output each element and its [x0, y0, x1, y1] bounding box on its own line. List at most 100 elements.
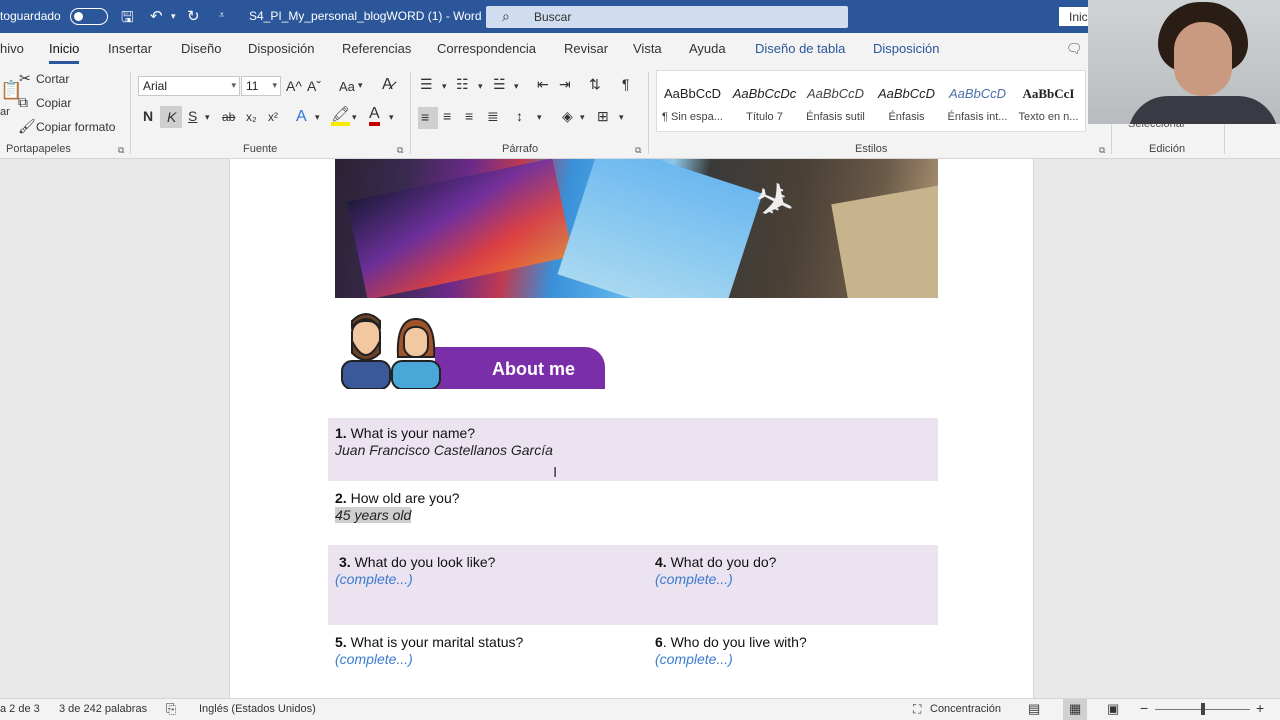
focus-icon[interactable]: ⛶ [913, 702, 921, 717]
chevron-down-icon[interactable]: ▾ [619, 112, 624, 123]
read-mode-icon[interactable]: ▤ [1028, 701, 1040, 717]
tab-disposicion[interactable]: Disposición [248, 41, 314, 56]
tab-revisar[interactable]: Revisar [564, 41, 608, 56]
pilcrow-icon[interactable]: ¶ [622, 76, 630, 92]
redo-icon[interactable]: ↻ [187, 7, 200, 25]
line-spacing-icon[interactable]: ↕ [516, 108, 523, 124]
save-icon[interactable]: 🖫 [121, 7, 134, 32]
tab-disposicion-tabla[interactable]: Disposición [873, 41, 939, 56]
undo-dropdown-icon[interactable]: ▾ [171, 11, 176, 22]
sort-icon[interactable]: ⇅ [589, 76, 601, 93]
tab-insertar[interactable]: Insertar [108, 41, 152, 56]
copy-icon[interactable]: ⧉ [18, 94, 28, 111]
document-page[interactable]: ✈ About me 1. What is your name? Juan Fr… [229, 159, 1034, 698]
cut-icon[interactable]: ✂ [19, 70, 31, 87]
multilevel-list-icon[interactable]: ☱ [493, 76, 506, 93]
style-enfasis[interactable]: AaBbCcD Énfasis [871, 71, 942, 131]
tab-inicio[interactable]: Inicio [49, 41, 80, 64]
styles-launcher-icon[interactable]: ⧉ [1099, 145, 1105, 156]
zoom-out-icon[interactable]: − [1140, 700, 1148, 716]
font-size-select[interactable]: 11 ▾ [241, 76, 281, 96]
language-indicator[interactable]: Inglés (Estados Unidos) [199, 703, 316, 715]
superscript-button[interactable]: x² [268, 110, 278, 124]
numbering-icon[interactable]: ☷ [456, 76, 469, 93]
focus-mode-button[interactable]: Concentración [930, 703, 1001, 715]
answer-3[interactable]: (complete...) [335, 571, 413, 587]
shrink-font-button[interactable]: Aˇ [307, 78, 321, 94]
word-count[interactable]: 3 de 242 palabras [59, 703, 147, 715]
bold-button[interactable]: N [143, 108, 153, 124]
font-name-select[interactable]: Arial ▾ [138, 76, 240, 96]
subscript-button[interactable]: x₂ [246, 110, 257, 124]
customize-toolbar-icon[interactable]: ⩡ [219, 10, 225, 21]
style-name: Énfasis [888, 111, 925, 123]
chevron-down-icon[interactable]: ▾ [580, 112, 585, 123]
tab-vista[interactable]: Vista [633, 41, 662, 56]
highlight-icon[interactable]: 🖍 [331, 107, 351, 126]
chevron-down-icon[interactable]: ▾ [352, 112, 357, 123]
shading-icon[interactable]: ◈ [562, 108, 573, 125]
font-launcher-icon[interactable]: ⧉ [397, 145, 403, 156]
woman-avatar-icon [391, 317, 441, 389]
bullets-icon[interactable]: ☰ [420, 76, 433, 93]
chevron-down-icon[interactable]: ▾ [389, 112, 394, 123]
strikethrough-button[interactable]: ab [222, 110, 235, 124]
chevron-down-icon[interactable]: ▾ [358, 80, 363, 91]
style-sin-espaciado[interactable]: AaBbCcD ¶ Sin espa... [657, 71, 728, 131]
change-case-button[interactable]: Aa [339, 79, 355, 94]
align-center-icon[interactable]: ≡ [443, 108, 451, 124]
question-5: 5. What is your marital status? [335, 634, 523, 650]
format-painter-button[interactable]: Copiar formato [36, 120, 115, 134]
paragraph-launcher-icon[interactable]: ⧉ [635, 145, 641, 156]
cut-button[interactable]: Cortar [36, 72, 69, 86]
proofing-icon[interactable]: ⎘ [166, 701, 176, 717]
search-box[interactable]: ⌕ Buscar [486, 6, 848, 28]
chevron-down-icon[interactable]: ▾ [205, 112, 210, 123]
align-left-icon[interactable]: ≡ [418, 107, 438, 129]
answer-1[interactable]: Juan Francisco Castellanos García [335, 442, 553, 458]
tab-diseno[interactable]: Diseño [181, 41, 221, 56]
underline-button[interactable]: S [188, 108, 197, 124]
style-texto-negrita[interactable]: AaBbCcI Texto en n... [1013, 71, 1084, 131]
chevron-down-icon[interactable]: ▾ [315, 112, 320, 123]
zoom-slider-handle[interactable] [1201, 703, 1205, 715]
style-titulo-7[interactable]: AaBbCcDc Título 7 [729, 71, 800, 131]
chevron-down-icon[interactable]: ▾ [514, 81, 519, 92]
comments-icon[interactable]: 🗨 [1066, 41, 1083, 57]
zoom-in-icon[interactable]: + [1256, 700, 1264, 716]
chevron-down-icon[interactable]: ▾ [537, 112, 542, 123]
autosave-toggle[interactable] [70, 8, 108, 25]
italic-button[interactable]: K [160, 106, 182, 128]
clipboard-launcher-icon[interactable]: ⧉ [118, 145, 124, 156]
answer-4[interactable]: (complete...) [655, 571, 733, 587]
chevron-down-icon[interactable]: ▾ [478, 81, 483, 92]
chevron-down-icon[interactable]: ▾ [442, 81, 447, 92]
tab-referencias[interactable]: Referencias [342, 41, 411, 56]
answer-6[interactable]: (complete...) [655, 651, 733, 667]
tab-diseno-tabla[interactable]: Diseño de tabla [755, 41, 845, 56]
increase-indent-icon[interactable]: ⇥ [559, 76, 571, 93]
tab-correspondencia[interactable]: Correspondencia [437, 41, 536, 56]
font-color-icon[interactable]: A [369, 106, 380, 126]
tab-archivo[interactable]: hivo [0, 41, 24, 56]
text-effects-icon[interactable]: A [296, 108, 307, 126]
copy-button[interactable]: Copiar [36, 96, 71, 110]
paste-label[interactable]: ar [0, 106, 10, 118]
style-enfasis-sutil[interactable]: AaBbCcD Énfasis sutil [800, 71, 871, 131]
style-enfasis-intenso[interactable]: AaBbCcD Énfasis int... [942, 71, 1013, 131]
justify-icon[interactable]: ≣ [487, 108, 499, 125]
decrease-indent-icon[interactable]: ⇤ [537, 76, 549, 93]
answer-2-selected[interactable]: 45 years old [335, 507, 412, 523]
statue-liberty-photo [557, 159, 763, 298]
tab-ayuda[interactable]: Ayuda [689, 41, 726, 56]
print-layout-icon[interactable]: ▦ [1063, 699, 1087, 720]
answer-5[interactable]: (complete...) [335, 651, 413, 667]
page-count[interactable]: a 2 de 3 [0, 703, 40, 715]
align-right-icon[interactable]: ≡ [465, 108, 473, 124]
undo-icon[interactable]: ↶ [150, 7, 163, 25]
web-layout-icon[interactable]: ▣ [1107, 701, 1119, 717]
clear-format-icon[interactable]: A̷ [382, 76, 393, 94]
grow-font-button[interactable]: A^ [286, 78, 302, 94]
borders-icon[interactable]: ⊞ [597, 108, 609, 125]
format-painter-icon[interactable]: 🖌 [18, 118, 36, 135]
